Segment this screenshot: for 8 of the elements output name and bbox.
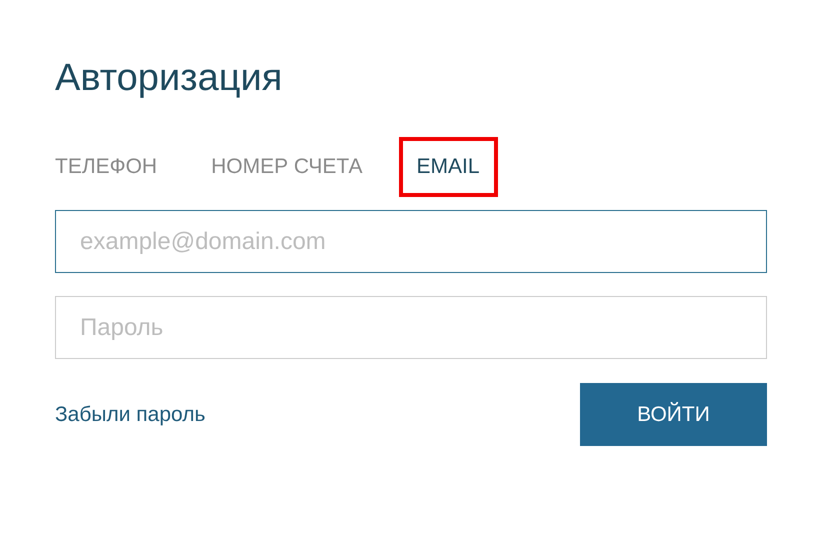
tab[interactable]: EMAIL [398,137,498,197]
password-field[interactable]: Пароль [55,296,767,359]
tab[interactable]: НОМЕР СЧЕТА [193,137,381,197]
forgot-password-link[interactable]: Забыли пароль [55,402,206,426]
tab[interactable]: ТЕЛЕФОН [55,137,176,197]
page-title: Авторизация [55,56,284,101]
email-field[interactable]: example@domain.com [55,210,767,273]
login-button[interactable]: ВОЙТИ [580,383,767,446]
